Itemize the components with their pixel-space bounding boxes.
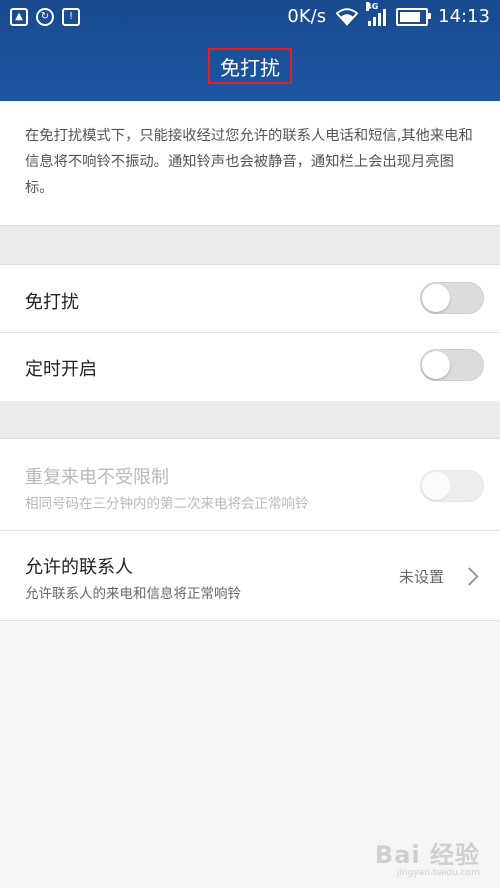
system-status: 0K/s 4G 14:13 xyxy=(287,1,490,27)
repeat-calls-label: 重复来电不受限制 xyxy=(25,467,169,488)
exceptions-card: 重复来电不受限制 相同号码在三分钟内的第二次来电将会正常响铃 允许的联系人 允许… xyxy=(0,438,500,621)
watermark: Bai 经验 jingyan.baidu.com xyxy=(375,835,480,878)
signal-icon: 4G xyxy=(366,1,387,26)
image-icon: ▲ xyxy=(10,8,28,26)
allowed-contacts-value: 未设置 xyxy=(398,568,444,586)
page-title-text: 免打扰 xyxy=(220,55,280,80)
dnd-label: 免打扰 xyxy=(25,292,79,313)
app-header: ▲ ↻ ! 0K/s 4G 14:13 免打扰 xyxy=(0,0,500,101)
chevron-right-icon xyxy=(460,567,479,586)
toggle-knob xyxy=(422,472,450,500)
scheduled-toggle[interactable] xyxy=(420,349,484,381)
dnd-row[interactable]: 免打扰 xyxy=(0,265,500,332)
network-speed: 0K/s xyxy=(287,6,327,27)
repeat-calls-row: 重复来电不受限制 相同号码在三分钟内的第二次来电将会正常响铃 xyxy=(0,439,500,530)
dnd-toggle[interactable] xyxy=(420,282,484,314)
wifi-icon xyxy=(336,7,359,26)
network-type: 4G xyxy=(366,1,379,11)
description-text: 在免打扰模式下，只能接收经过您允许的联系人电话和短信,其他来电和信息将不响铃不振… xyxy=(25,128,473,196)
dnd-settings-card: 免打扰 定时开启 xyxy=(0,264,500,402)
toggle-knob xyxy=(422,284,450,312)
notification-icons: ▲ ↻ ! xyxy=(10,8,80,26)
sim-icon: ! xyxy=(62,8,80,26)
allowed-contacts-label: 允许的联系人 xyxy=(25,557,133,578)
watermark-brand: Bai 经验 xyxy=(374,841,480,869)
repeat-calls-subtitle: 相同号码在三分钟内的第二次来电将会正常响铃 xyxy=(25,496,309,512)
repeat-calls-toggle xyxy=(420,470,484,502)
scheduled-row[interactable]: 定时开启 xyxy=(0,333,500,400)
allowed-contacts-subtitle: 允许联系人的来电和信息将正常响铃 xyxy=(25,586,241,602)
battery-icon xyxy=(396,7,432,26)
clock: 14:13 xyxy=(438,6,490,27)
sync-icon: ↻ xyxy=(36,8,54,26)
scheduled-label: 定时开启 xyxy=(25,359,97,380)
description-card: 在免打扰模式下，只能接收经过您允许的联系人电话和短信,其他来电和信息将不响铃不振… xyxy=(0,101,500,226)
section-gap xyxy=(0,401,500,438)
allowed-contacts-row[interactable]: 允许的联系人 允许联系人的来电和信息将正常响铃 未设置 xyxy=(0,531,500,619)
section-gap xyxy=(0,226,500,264)
toggle-knob xyxy=(422,351,450,379)
page-title: 免打扰 xyxy=(208,48,292,84)
status-bar: ▲ ↻ ! 0K/s 4G 14:13 xyxy=(0,0,500,36)
